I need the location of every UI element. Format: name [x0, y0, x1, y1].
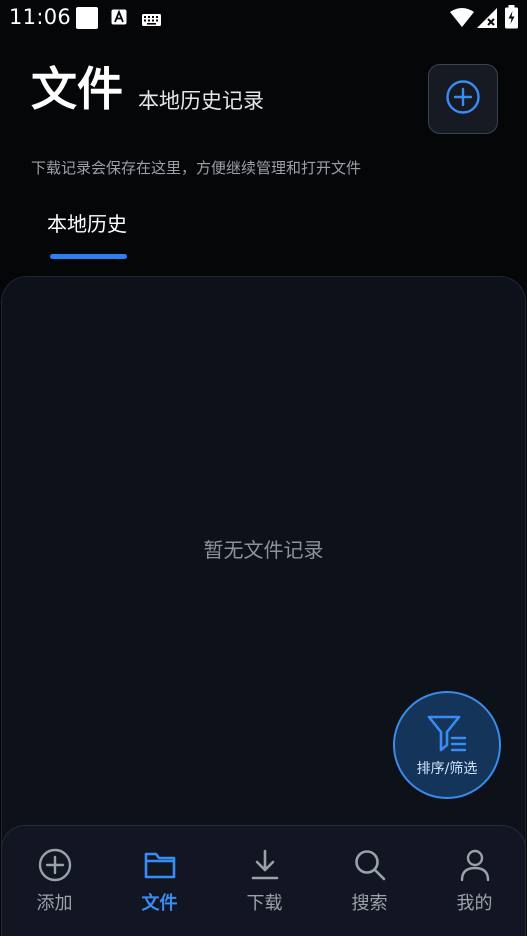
nav-label-download: 下载: [246, 893, 283, 914]
battery-icon: [505, 5, 518, 33]
empty-state-message: 暂无文件记录: [203, 538, 324, 562]
status-time: 11:06: [9, 5, 72, 29]
add-circle-icon: [38, 848, 72, 886]
status-bar: 11:06: [0, 0, 527, 36]
a-notification-icon: [111, 9, 127, 29]
search-icon: [353, 848, 387, 886]
sort-filter-label: 排序/筛选: [416, 761, 478, 777]
nav-label-search: 搜索: [351, 893, 388, 914]
nav-item-search[interactable]: 搜索: [317, 848, 422, 913]
nav-item-download[interactable]: 下载: [212, 848, 317, 913]
download-icon: [248, 848, 282, 886]
sort-filter-button[interactable]: 排序/筛选: [393, 691, 501, 799]
nav-item-add[interactable]: 添加: [2, 848, 107, 913]
bottom-navigation: 添加 文件 下载 搜索 我的: [1, 825, 526, 936]
filter-icon: [426, 714, 468, 758]
page-hint: 下载记录会保存在这里，方便继续管理和打开文件: [31, 159, 362, 177]
square-notification-icon: [76, 7, 98, 33]
folder-icon: [143, 848, 177, 886]
nav-item-profile[interactable]: 我的: [422, 848, 527, 913]
files-screen: 11:06 文件 本地历史记录 下载记录会保存在这里，方便继续管理和打开文件 本…: [0, 0, 527, 936]
nav-label-files: 文件: [141, 893, 178, 914]
nav-label-profile: 我的: [456, 893, 493, 914]
nav-item-files[interactable]: 文件: [107, 848, 212, 913]
add-button[interactable]: [428, 64, 498, 134]
person-icon: [458, 848, 492, 886]
add-circle-icon: [445, 79, 481, 119]
page-subtitle: 本地历史记录: [138, 89, 264, 113]
signal-icon: [477, 8, 497, 32]
nav-label-add: 添加: [36, 893, 73, 914]
wifi-icon: [450, 8, 474, 32]
tab-local-history[interactable]: 本地历史: [47, 214, 127, 234]
tab-indicator: [50, 254, 127, 259]
keyboard-icon: [142, 11, 161, 30]
page-title: 文件: [31, 62, 123, 116]
